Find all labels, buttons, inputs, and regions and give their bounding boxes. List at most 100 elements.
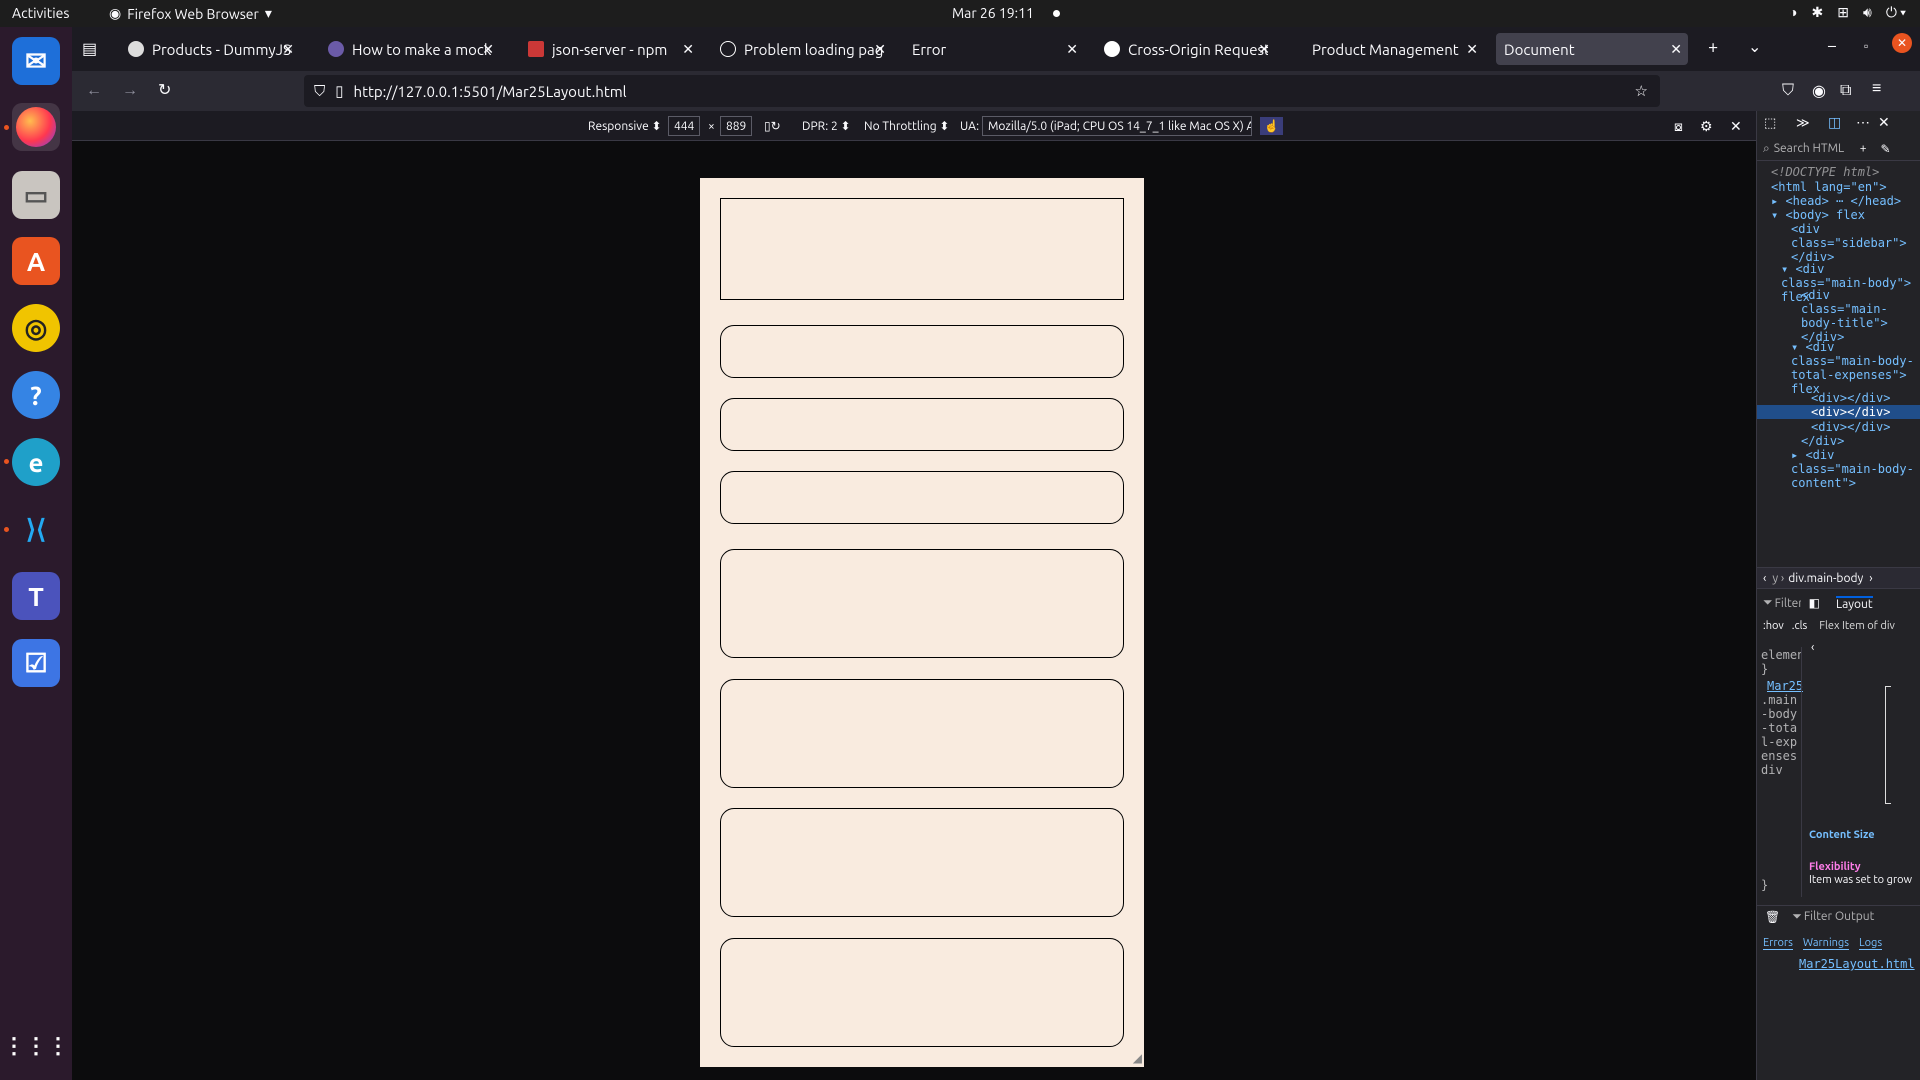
markup-line-selected[interactable]: <div></div> [1757,405,1920,419]
window-close-button[interactable]: ✕ [1892,33,1912,53]
overflow-menu-icon[interactable]: ⋯ [1856,114,1870,131]
tab-layout[interactable]: Layout [1835,595,1873,611]
close-icon[interactable]: ✕ [682,41,694,58]
markup-line[interactable]: ▸ <div class="main-body-content"> [1791,448,1917,490]
volume-icon[interactable]: 🔊︎ [1863,4,1872,21]
firefox-icon[interactable] [12,103,60,151]
list-tabs-icon[interactable]: ⌄ [1748,37,1761,56]
bookmark-star-icon[interactable]: ☆ [1635,82,1648,100]
edge-icon[interactable]: e [12,438,60,486]
height-input[interactable]: 889 [720,116,753,136]
chevron-left-icon[interactable]: ‹ [1811,641,1814,654]
network-icon[interactable]: ⊞ [1837,4,1849,21]
activities-button[interactable]: Activities [12,5,69,21]
tab-error[interactable]: Error ✕ [904,33,1084,65]
device-selector[interactable]: Responsive ⬍ [588,117,662,135]
markup-line[interactable]: <!DOCTYPE html> [1771,165,1879,179]
tab-cors[interactable]: Cross-Origin Request ✕ [1096,33,1276,65]
files-icon[interactable]: ▭ [12,171,60,219]
minimize-button[interactable]: – [1828,37,1836,55]
tab-overview-icon[interactable]: ▤ [82,39,97,58]
close-icon[interactable]: ✕ [282,41,294,58]
tab-document[interactable]: Document ✕ [1496,33,1688,65]
dpr-selector[interactable]: DPR: 2 ⬍ [802,117,851,135]
sidebar-toggle-icon[interactable]: ◧ [1809,596,1820,610]
breadcrumb-item[interactable]: div.main-body [1788,572,1863,585]
account-icon[interactable]: ◉ [1812,81,1826,100]
reload-button[interactable]: ↻ [158,80,171,99]
rule-source-link[interactable]: Mar25Layout.css [1767,679,1803,693]
markup-line[interactable]: ▸ <head> ⋯ </head> [1771,194,1901,208]
shield-icon[interactable]: ⛉ [314,82,325,100]
close-devtools-icon[interactable]: ✕ [1878,114,1890,131]
markup-line[interactable]: <div class="sidebar"></div> [1791,222,1917,264]
tab-product-management[interactable]: Product Management ✕ [1304,33,1484,65]
markup-line[interactable]: <html lang="en"> [1771,180,1887,194]
user-agent-input[interactable]: Mozilla/5.0 (iPad; CPU OS 14_7_1 like Ma… [982,116,1252,136]
add-node-icon[interactable]: + [1860,142,1867,155]
extensions-icon[interactable]: ⧉ [1840,81,1851,100]
close-rdm-icon[interactable]: ✕ [1730,117,1742,135]
dock-side-icon[interactable]: ◫ [1828,114,1841,131]
url-text[interactable]: http://127.0.0.1:5501/Mar25Layout.html [354,83,627,100]
power-icon[interactable]: ⏻ ▾ [1886,4,1906,21]
width-input[interactable]: 444 [668,116,701,136]
menu-icon[interactable]: ≡ [1872,79,1881,98]
close-icon[interactable]: ✕ [1466,41,1478,58]
markup-line[interactable]: <div class="main-body-title"></div> [1801,288,1917,344]
screenshot-icon[interactable]: ⧇ [1674,117,1683,135]
more-tools-icon[interactable]: ≫ [1796,116,1810,131]
chevron-right-icon[interactable]: › [1869,572,1872,585]
markup-line[interactable]: <div></div> [1811,420,1890,434]
restore-button[interactable]: ▫ [1864,39,1868,53]
eyedropper-icon[interactable]: ✎ [1881,142,1891,156]
rotate-icon[interactable]: ▯↻ [764,117,781,135]
html-search-bar[interactable]: ⌕ Search HTML + ✎ [1757,137,1920,161]
pick-element-icon[interactable]: ⬚ [1764,116,1776,131]
close-icon[interactable]: ✕ [1670,41,1682,58]
settings-icon[interactable]: ⚙ [1700,117,1713,135]
tab-problem-loading[interactable]: Problem loading page ✕ [712,33,892,65]
software-center-icon[interactable]: A [12,237,60,285]
tasks-icon[interactable]: ☑ [12,639,60,687]
new-tab-button[interactable]: + [1708,37,1718,57]
tab-json-server[interactable]: json-server - npm ✕ [520,33,700,65]
chevron-left-icon[interactable]: ‹ [1763,572,1766,585]
tab-mock[interactable]: How to make a mock ✕ [320,33,500,65]
markup-line[interactable]: <div></div> [1811,391,1890,405]
errors-toggle[interactable]: Errors [1763,937,1793,950]
close-icon[interactable]: ✕ [482,41,494,58]
pocket-icon[interactable]: ⛉ [1782,81,1794,100]
url-bar[interactable]: ⛉ ▯ http://127.0.0.1:5501/Mar25Layout.ht… [304,75,1660,107]
flex-item-label[interactable]: Flex Item of div [1819,620,1895,632]
resize-handle-icon[interactable]: ◢ [1133,1051,1142,1065]
tab-products[interactable]: Products - DummyJSON ✕ [120,33,300,65]
trash-icon[interactable]: 🗑︎ [1765,910,1780,924]
forward-button[interactable]: → [122,81,138,100]
clock[interactable]: Mar 26 19:11 [952,5,1034,21]
warnings-toggle[interactable]: Warnings [1802,937,1850,950]
show-apps-icon[interactable]: ⋮⋮⋮ [3,1022,69,1070]
rules-filter[interactable]: Filter [1775,597,1801,610]
close-icon[interactable]: ✕ [874,41,886,58]
logs-toggle[interactable]: Logs [1859,937,1883,950]
thunderbird-icon[interactable]: ✉ [12,37,60,85]
app-menu[interactable]: ◉ Firefox Web Browser ▾ [109,5,272,22]
back-button[interactable]: ← [86,81,102,100]
input-method-icon[interactable]: ✱ [1812,4,1824,21]
teams-icon[interactable]: T [12,572,60,620]
markup-line[interactable]: </div> [1801,434,1844,448]
vscode-icon[interactable]: ⟩⟨ [12,505,60,553]
console-source-link[interactable]: Mar25Layout.html [1799,957,1915,971]
hov-toggle[interactable]: :hov [1763,620,1784,632]
markup-line[interactable]: ▾ <body> flex [1771,208,1865,222]
markup-line[interactable]: ▾ <div class="main-body-total-expenses">… [1791,340,1917,396]
touch-simulation-icon[interactable]: ☝ [1260,117,1283,135]
close-icon[interactable]: ✕ [1258,41,1270,58]
rhythmbox-icon[interactable]: ◎ [12,304,60,352]
help-icon[interactable]: ? [12,371,60,419]
system-tray[interactable]: ◑ ✱ ⊞ 🔊︎ ⏻ ▾ [1789,4,1906,21]
close-icon[interactable]: ✕ [1066,41,1078,58]
cls-toggle[interactable]: .cls [1792,620,1807,632]
privacy-icon[interactable]: ◑ [1789,4,1797,21]
